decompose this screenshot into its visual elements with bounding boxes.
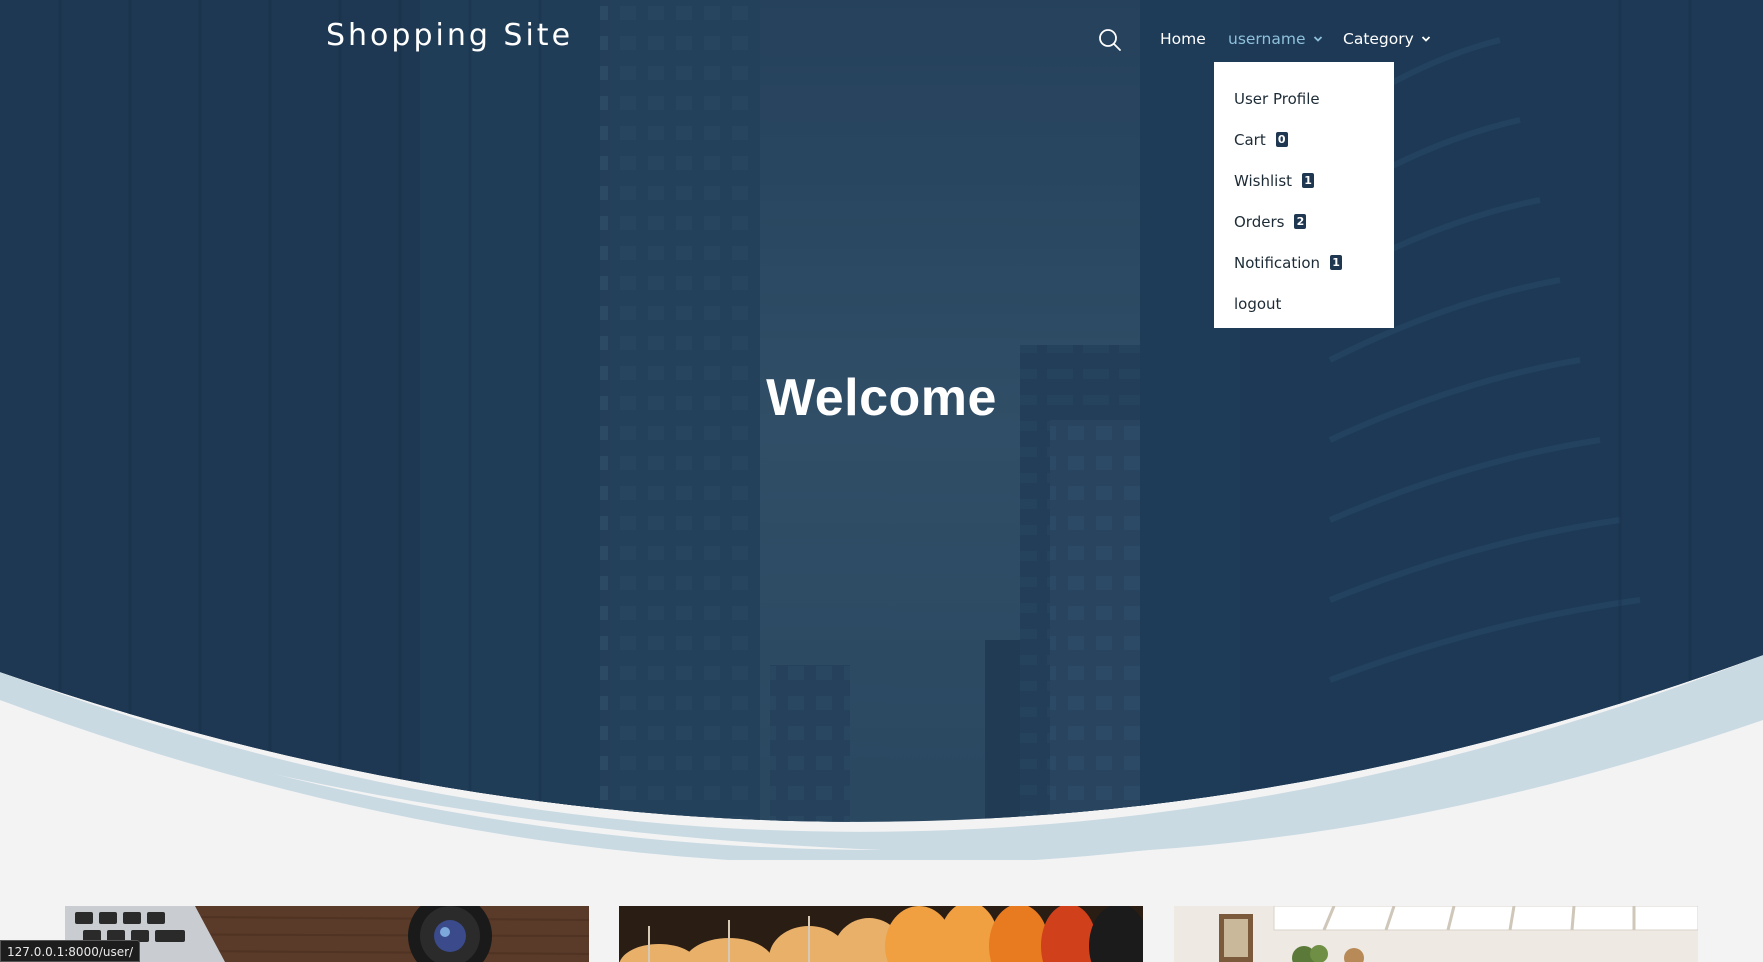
menu-item-user-profile[interactable]: User Profile [1214, 78, 1394, 119]
menu-item-label: Notification [1234, 253, 1321, 272]
menu-item-wishlist[interactable]: Wishlist 1 [1214, 160, 1394, 201]
menu-item-label: Wishlist [1234, 171, 1293, 190]
chevron-down-icon [1313, 36, 1322, 42]
notification-count-badge: 1 [1330, 255, 1343, 270]
orders-count-badge: 2 [1294, 214, 1307, 229]
nav-category-label: Category [1343, 30, 1414, 48]
page: Shopping Site Home username Category Use… [0, 0, 1763, 962]
category-card-clothing-image[interactable] [619, 906, 1143, 962]
category-card-electronics-image[interactable] [65, 906, 589, 962]
menu-item-notification[interactable]: Notification 1 [1214, 242, 1394, 283]
cart-count-badge: 0 [1275, 132, 1288, 147]
user-dropdown-menu: User Profile Cart 0 Wishlist 1 Orders 2 … [1214, 62, 1394, 328]
nav-home-label: Home [1160, 30, 1206, 48]
menu-item-logout[interactable]: logout [1214, 283, 1394, 324]
menu-item-label: Orders [1234, 212, 1285, 231]
menu-item-cart[interactable]: Cart 0 [1214, 119, 1394, 160]
chevron-down-icon [1421, 36, 1430, 42]
search-icon[interactable] [1097, 27, 1123, 53]
category-card-home-image[interactable] [1174, 906, 1698, 962]
nav-home-link[interactable]: Home [1160, 30, 1206, 48]
nav-username-label: username [1228, 30, 1306, 48]
menu-item-label: logout [1234, 294, 1282, 313]
menu-item-label: User Profile [1234, 89, 1320, 108]
browser-status-url: 127.0.0.1:8000/user/ [0, 940, 141, 962]
site-brand[interactable]: Shopping Site [326, 18, 573, 53]
nav-username-dropdown[interactable]: username [1228, 30, 1323, 48]
hero-banner [0, 0, 1763, 860]
wishlist-count-badge: 1 [1302, 173, 1315, 188]
menu-item-label: Cart [1234, 130, 1266, 149]
nav-category-dropdown[interactable]: Category [1343, 30, 1431, 48]
menu-item-orders[interactable]: Orders 2 [1214, 201, 1394, 242]
hero-heading: Welcome [766, 369, 997, 427]
hero-background-image [0, 0, 1763, 860]
